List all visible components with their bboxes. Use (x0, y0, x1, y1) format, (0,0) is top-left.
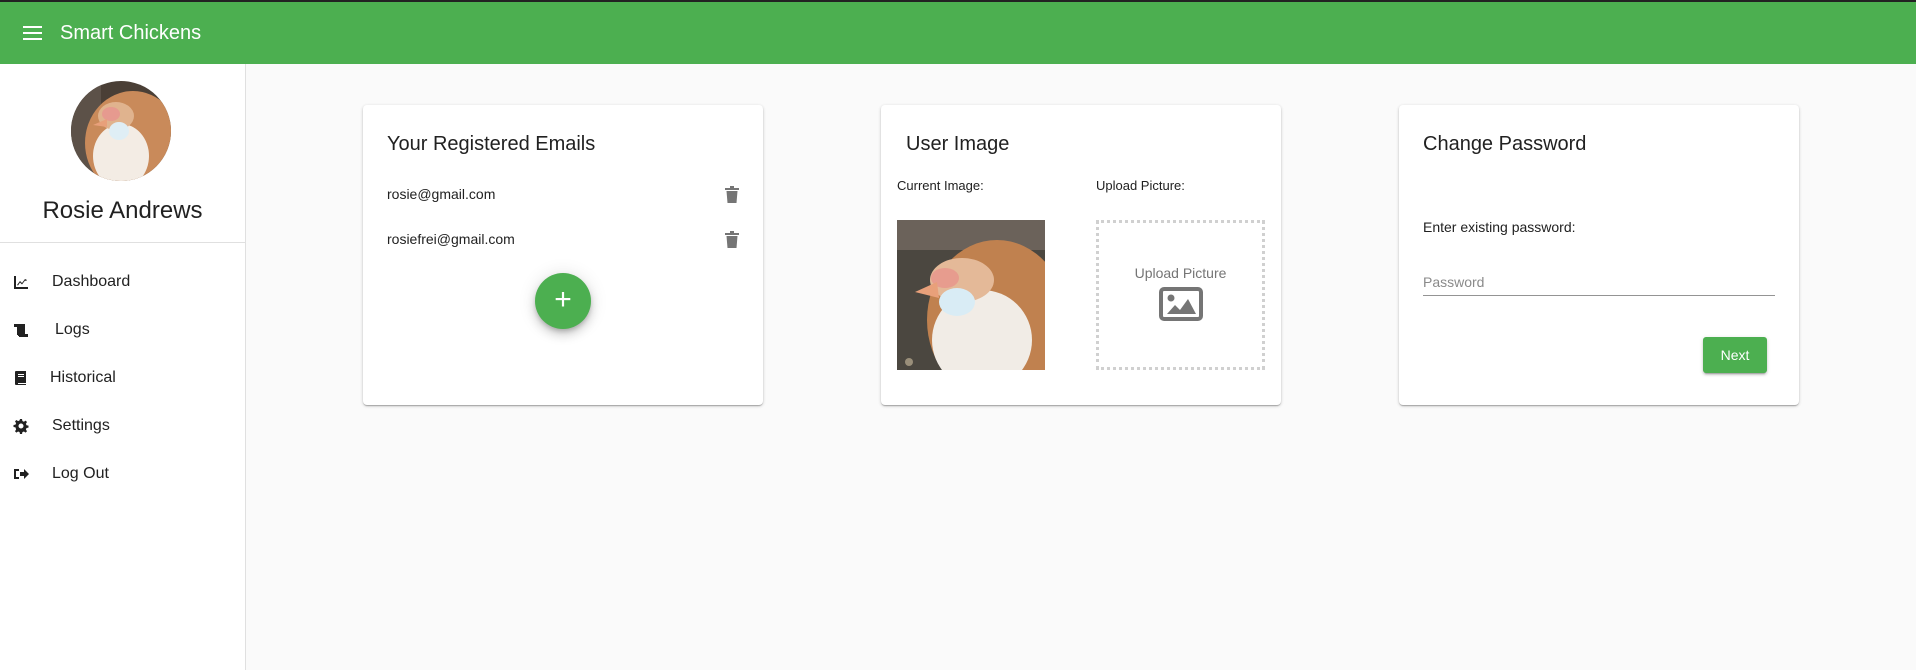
existing-password-label: Enter existing password: (1423, 219, 1576, 235)
sidebar-item-log-out[interactable]: Log Out (0, 450, 245, 498)
upload-picture-text: Upload Picture (1134, 264, 1227, 281)
chicken-avatar-image (71, 81, 171, 181)
sidebar-divider (0, 242, 245, 243)
scroll-icon (12, 321, 30, 339)
sidebar-item-label: Logs (55, 321, 90, 338)
menu-icon[interactable] (21, 21, 45, 45)
add-email-button[interactable]: + (535, 273, 591, 329)
existing-password-input[interactable] (1423, 268, 1775, 296)
sign-out-icon (12, 465, 30, 483)
sidebar-item-label: Log Out (52, 465, 109, 482)
change-password-card: Change Password Enter existing password:… (1399, 105, 1799, 405)
app-bar: Smart Chickens (0, 0, 1916, 64)
avatar (71, 81, 171, 181)
sidebar-item-logs[interactable]: Logs (0, 306, 245, 354)
sidebar-item-historical[interactable]: Historical (0, 354, 245, 402)
current-image-label: Current Image: (897, 178, 984, 193)
card-title: Change Password (1423, 133, 1587, 155)
chart-line-icon (12, 273, 30, 291)
delete-email-button[interactable] (725, 230, 739, 248)
delete-email-button[interactable] (725, 185, 739, 203)
sidebar: Rosie Andrews Dashboard Logs Historical … (0, 64, 246, 670)
gear-icon (12, 417, 30, 435)
user-name: Rosie Andrews (42, 197, 203, 224)
email-address: rosie@gmail.com (387, 186, 496, 202)
image-icon (1158, 286, 1203, 326)
upload-picture-label: Upload Picture: (1096, 178, 1185, 193)
email-list-item: rosiefrei@gmail.com (387, 227, 739, 251)
upload-picture-dropzone[interactable]: Upload Picture (1096, 220, 1265, 370)
card-title: User Image (906, 133, 1010, 155)
sidebar-item-label: Dashboard (52, 273, 131, 290)
sidebar-item-settings[interactable]: Settings (0, 402, 245, 450)
email-address: rosiefrei@gmail.com (387, 231, 515, 247)
registered-emails-card: Your Registered Emails rosie@gmail.com r… (363, 105, 763, 405)
current-user-image (897, 220, 1045, 370)
user-image-card: User Image Current Image: Upload Picture… (881, 105, 1281, 405)
sidebar-item-label: Settings (52, 417, 110, 434)
sidebar-item-dashboard[interactable]: Dashboard (0, 258, 245, 306)
sidebar-nav: Dashboard Logs Historical Settings Log O… (0, 258, 245, 498)
trash-icon (725, 185, 739, 203)
next-button[interactable]: Next (1703, 337, 1767, 373)
sidebar-item-label: Historical (50, 369, 116, 386)
book-icon (12, 369, 30, 387)
trash-icon (725, 230, 739, 248)
card-title: Your Registered Emails (387, 133, 596, 155)
email-list-item: rosie@gmail.com (387, 182, 739, 206)
app-title: Smart Chickens (60, 21, 202, 44)
